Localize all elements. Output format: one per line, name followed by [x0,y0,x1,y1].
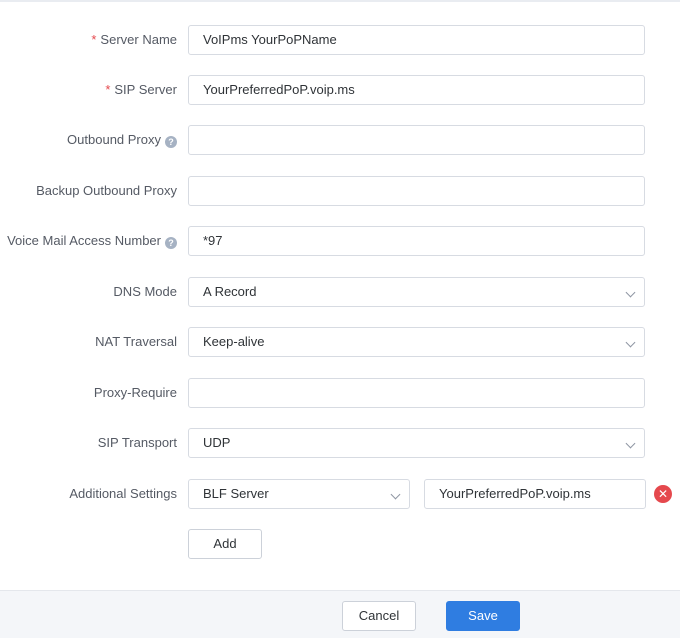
sip-transport-value: UDP [203,435,231,450]
nat-traversal-select[interactable]: Keep-alive [188,327,645,357]
voice-mail-access-number-input[interactable]: *97 [188,226,645,256]
additional-setting-key-value: BLF Server [203,486,269,501]
server-name-input[interactable]: VoIPms YourPoPName [188,25,645,55]
proxy-require-label: Proxy-Require [93,385,177,400]
additional-settings-row: Additional Settings BLF Server YourPrefe… [0,479,680,509]
additional-setting-key-select[interactable]: BLF Server [188,479,410,509]
sip-transport-select[interactable]: UDP [188,428,645,458]
footer-bar: Cancel Save [0,590,680,638]
backup-outbound-proxy-input[interactable] [188,176,645,206]
sip-server-input[interactable]: YourPreferredPoP.voip.ms [188,75,645,105]
server-name-row: * Server Name VoIPms YourPoPName [0,25,680,55]
nat-traversal-value: Keep-alive [203,334,265,349]
chevron-down-icon [625,287,636,298]
nat-traversal-row: NAT Traversal Keep-alive [0,327,680,357]
question-circle-icon[interactable]: ? [165,237,177,249]
sip-transport-row: SIP Transport UDP [0,428,680,458]
question-circle-icon[interactable]: ? [165,136,177,148]
dns-mode-select[interactable]: A Record [188,277,645,307]
dns-mode-label: DNS Mode [113,284,177,299]
outbound-proxy-row: Outbound Proxy? [0,125,680,155]
add-button[interactable]: Add [188,529,262,559]
required-asterisk: * [105,82,111,97]
voice-mail-access-number-row: Voice Mail Access Number? *97 [0,226,680,256]
cancel-button[interactable]: Cancel [342,601,416,631]
proxy-require-input[interactable] [188,378,645,408]
save-button[interactable]: Save [446,601,520,631]
sip-server-label: * SIP Server [105,82,177,97]
backup-outbound-proxy-row: Backup Outbound Proxy [0,176,680,206]
top-divider [0,0,680,2]
proxy-require-row: Proxy-Require [0,378,680,408]
server-name-label: * Server Name [91,32,177,47]
backup-outbound-proxy-label: Backup Outbound Proxy [36,183,177,198]
close-circle-icon[interactable]: ✕ [654,485,672,503]
chevron-down-icon [390,489,401,500]
sip-server-row: * SIP Server YourPreferredPoP.voip.ms [0,75,680,105]
additional-setting-value-input[interactable]: YourPreferredPoP.voip.ms [424,479,646,509]
chevron-down-icon [625,438,636,449]
chevron-down-icon [625,337,636,348]
dns-mode-value: A Record [203,284,257,299]
outbound-proxy-label: Outbound Proxy? [67,125,177,155]
dns-mode-row: DNS Mode A Record [0,277,680,307]
additional-settings-label: Additional Settings [69,486,177,501]
nat-traversal-label: NAT Traversal [95,334,177,349]
outbound-proxy-input[interactable] [188,125,645,155]
voice-mail-access-number-label: Voice Mail Access Number? [7,226,177,256]
required-asterisk: * [91,32,97,47]
sip-transport-label: SIP Transport [97,435,177,450]
